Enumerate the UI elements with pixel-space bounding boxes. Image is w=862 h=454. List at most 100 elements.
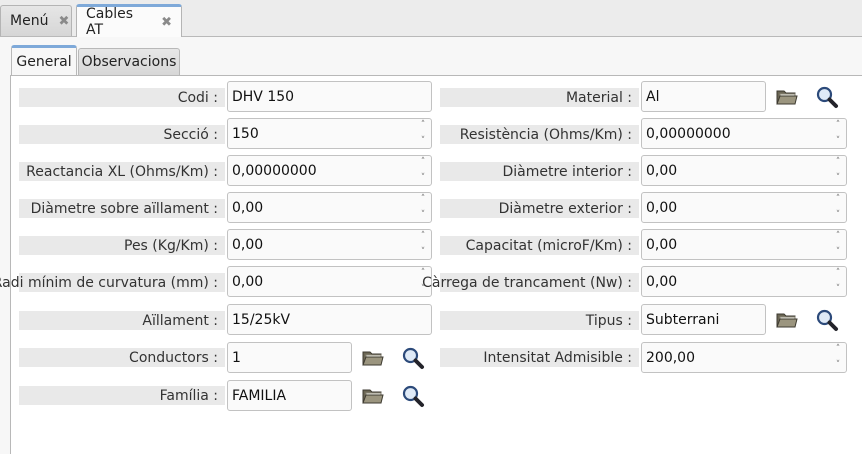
diametre-interior-value: 0,00 [646,162,678,179]
familia-value: FAMILIA [232,387,287,404]
close-icon[interactable]: ✖ [58,14,69,29]
diametre-exterior-stepper[interactable]: 0,00 ˄ ˅ [641,192,847,223]
spin-up-icon[interactable]: ˄ [836,343,841,356]
tipus-label: Tipus : [440,311,639,330]
spin-up-icon[interactable]: ˄ [421,193,426,206]
diametre-exterior-value: 0,00 [646,199,678,216]
material-label: Material : [440,88,639,107]
diametre-exterior-label: Diàmetre exterior : [440,199,639,218]
intensitat-label: Intensitat Admisible : [440,348,639,367]
spin-buttons[interactable]: ˄ ˅ [831,267,845,296]
spin-down-icon[interactable]: ˅ [836,359,841,372]
spin-down-icon[interactable]: ˅ [836,283,841,296]
material-value: Al [646,88,660,105]
pes-label: Pes (Kg/Km) : [19,236,225,255]
spin-buttons[interactable]: ˄ ˅ [416,193,430,222]
search-icon[interactable] [400,345,426,371]
familia-label: Família : [19,386,225,405]
seccio-value: 150 [232,125,259,142]
spin-down-icon[interactable]: ˅ [836,172,841,185]
tipus-field[interactable]: Subterrani [641,304,766,335]
codi-label: Codi : [19,88,225,107]
search-icon[interactable] [814,84,840,110]
diametre-sobre-label: Diàmetre sobre aïllament : [19,199,225,218]
carrega-value: 0,00 [646,273,678,290]
tab-general[interactable]: General [11,45,77,75]
spin-up-icon[interactable]: ˄ [421,156,426,169]
spin-down-icon[interactable]: ˅ [421,172,426,185]
spin-up-icon[interactable]: ˄ [836,230,841,243]
spin-down-icon[interactable]: ˅ [421,209,426,222]
diametre-interior-label: Diàmetre interior : [440,162,639,181]
search-icon[interactable] [400,383,426,409]
tab-menu[interactable]: Menú ✖ [0,5,72,36]
tab-general-label: General [16,53,72,70]
tab-observacions-label: Observacions [81,54,177,70]
tab-observacions[interactable]: Observacions [78,48,180,75]
spin-down-icon[interactable]: ˅ [836,246,841,259]
spin-up-icon[interactable]: ˄ [836,119,841,132]
spin-up-icon[interactable]: ˄ [421,119,426,132]
close-icon[interactable]: ✖ [161,15,172,30]
folder-icon[interactable] [774,307,800,333]
spin-down-icon[interactable]: ˅ [421,246,426,259]
pes-value: 0,00 [232,236,264,253]
carrega-label: Càrrega de trancament (Nw) : [422,273,639,292]
spin-buttons[interactable]: ˄ ˅ [831,230,845,259]
resistencia-value: 0,00000000 [646,125,731,142]
spin-buttons[interactable]: ˄ ˅ [416,156,430,185]
reactancia-label: Reactancia XL (Ohms/Km) : [19,162,225,181]
codi-value: DHV 150 [232,88,295,105]
tab-cables-at-label: Cables AT [86,6,134,38]
spin-buttons[interactable]: ˄ ˅ [416,230,430,259]
spin-down-icon[interactable]: ˅ [836,135,841,148]
aillament-label: Aïllament : [19,311,225,330]
tab-cables-at[interactable]: Cables AT ✖ [76,4,182,38]
capacitat-label: Capacitat (microF/Km) : [440,236,639,255]
spin-buttons[interactable]: ˄ ˅ [416,119,430,148]
seccio-stepper[interactable]: 150 ˄ ˅ [227,118,432,149]
aillament-field[interactable]: 15/25kV [227,304,432,335]
spin-buttons[interactable]: ˄ ˅ [831,343,845,372]
conductors-label: Conductors : [19,348,225,367]
folder-icon[interactable] [360,345,386,371]
diametre-interior-stepper[interactable]: 0,00 ˄ ˅ [641,155,847,186]
resistencia-stepper[interactable]: 0,00000000 ˄ ˅ [641,118,847,149]
spin-up-icon[interactable]: ˄ [836,193,841,206]
familia-field[interactable]: FAMILIA [227,380,352,411]
intensitat-stepper[interactable]: 200,00 ˄ ˅ [641,342,847,373]
top-tab-bar: Menú ✖ Cables AT ✖ [0,0,862,38]
capacitat-stepper[interactable]: 0,00 ˄ ˅ [641,229,847,260]
spin-down-icon[interactable]: ˅ [421,135,426,148]
spin-up-icon[interactable]: ˄ [421,230,426,243]
intensitat-value: 200,00 [646,349,695,366]
search-icon[interactable] [814,307,840,333]
diametre-sobre-stepper[interactable]: 0,00 ˄ ˅ [227,192,432,223]
tab-menu-label: Menú [10,13,49,29]
reactancia-stepper[interactable]: 0,00000000 ˄ ˅ [227,155,432,186]
spin-buttons[interactable]: ˄ ˅ [831,193,845,222]
spin-buttons[interactable]: ˄ ˅ [831,119,845,148]
spin-down-icon[interactable]: ˅ [836,209,841,222]
capacitat-value: 0,00 [646,236,678,253]
spin-buttons[interactable]: ˄ ˅ [831,156,845,185]
radi-stepper[interactable]: 0,00 ˄ ˅ [227,266,432,297]
reactancia-value: 0,00000000 [232,162,317,179]
resistencia-label: Resistència (Ohms/Km) : [440,125,639,144]
folder-icon[interactable] [774,84,800,110]
spin-up-icon[interactable]: ˄ [836,156,841,169]
folder-icon[interactable] [360,383,386,409]
conductors-field[interactable]: 1 [227,342,352,373]
carrega-stepper[interactable]: 0,00 ˄ ˅ [641,266,847,297]
codi-field[interactable]: DHV 150 [227,81,432,112]
seccio-label: Secció : [19,125,225,144]
material-field[interactable]: Al [641,81,766,112]
aillament-value: 15/25kV [232,311,291,328]
conductors-value: 1 [232,349,241,366]
spin-up-icon[interactable]: ˄ [836,267,841,280]
radi-label: Radi mínim de curvatura (mm) : [0,273,225,292]
radi-value: 0,00 [232,273,264,290]
tipus-value: Subterrani [646,311,720,328]
diametre-sobre-value: 0,00 [232,199,264,216]
pes-stepper[interactable]: 0,00 ˄ ˅ [227,229,432,260]
